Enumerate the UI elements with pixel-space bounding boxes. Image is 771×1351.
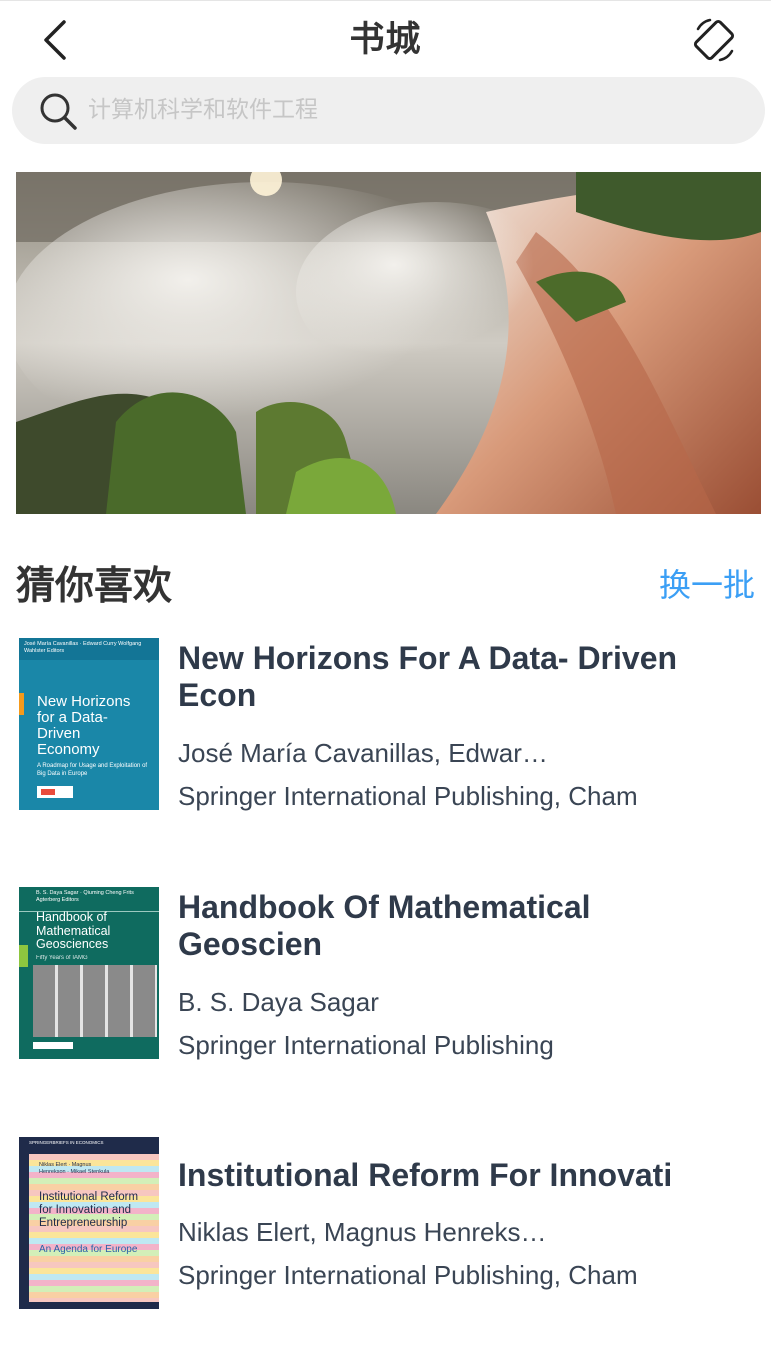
- cover-portrait-grid: [33, 965, 157, 1037]
- cover-series: SPRINGERBRIEFS IN ECONOMICS: [29, 1140, 104, 1145]
- search-icon: [40, 93, 77, 130]
- book-item[interactable]: SPRINGERBRIEFS IN ECONOMICS Niklas Elert…: [19, 1137, 759, 1309]
- cover-title: New Horizons for a Data-Driven Economy: [37, 693, 131, 758]
- book-item[interactable]: José María Cavanillas · Edward Curry Wol…: [19, 638, 759, 811]
- cover-subtitle: A Roadmap for Usage and Exploitation of …: [37, 763, 148, 777]
- book-title[interactable]: New Horizons For A Data- Driven Econ: [178, 640, 738, 714]
- search-input[interactable]: [88, 89, 728, 131]
- waterfall-landscape-image: [16, 172, 761, 514]
- cover-subtitle: An Agenda for Europe: [39, 1244, 138, 1255]
- cover-authors: Niklas Elert · Magnus Henrekson · Mikael…: [39, 1162, 110, 1175]
- book-cover[interactable]: SPRINGERBRIEFS IN ECONOMICS Niklas Elert…: [19, 1137, 159, 1309]
- book-cover[interactable]: José María Cavanillas · Edward Curry Wol…: [19, 638, 159, 810]
- book-publisher: Springer International Publishing, Cham: [178, 781, 638, 811]
- page-title: 书城: [349, 20, 422, 60]
- cover-subtitle: Fifty Years of IAMG: [36, 955, 88, 961]
- rotate-screen-icon: [693, 18, 735, 62]
- book-author: B. S. Daya Sagar: [178, 987, 379, 1017]
- app-header: 书城: [0, 1, 771, 73]
- cover-title: Institutional Reform for Innovation and …: [39, 1191, 139, 1229]
- book-publisher: Springer International Publishing, Cham: [178, 1260, 638, 1290]
- refresh-batch-button[interactable]: 换一批: [659, 560, 755, 606]
- search-bar[interactable]: [12, 77, 765, 144]
- cover-editors: B. S. Daya Sagar · Qiuming Cheng Frits A…: [36, 890, 134, 903]
- cover-title: Handbook of Mathematical Geosciences: [36, 910, 111, 951]
- book-title[interactable]: Handbook Of Mathematical Geoscien: [178, 889, 738, 963]
- banner-image[interactable]: [16, 172, 761, 514]
- book-author: Niklas Elert, Magnus Henreks…: [178, 1217, 547, 1247]
- book-item[interactable]: B. S. Daya Sagar · Qiuming Cheng Frits A…: [19, 887, 759, 1060]
- cover-editors: José María Cavanillas · Edward Curry Wol…: [24, 641, 142, 654]
- rotate-screen-button[interactable]: [688, 13, 742, 67]
- book-title[interactable]: Institutional Reform For Innovati: [178, 1157, 738, 1194]
- book-cover[interactable]: B. S. Daya Sagar · Qiuming Cheng Frits A…: [19, 887, 159, 1059]
- book-publisher: Springer International Publishing: [178, 1030, 554, 1060]
- book-author: José María Cavanillas, Edwar…: [178, 738, 548, 768]
- recommend-section-title: 猜你喜欢: [16, 564, 173, 609]
